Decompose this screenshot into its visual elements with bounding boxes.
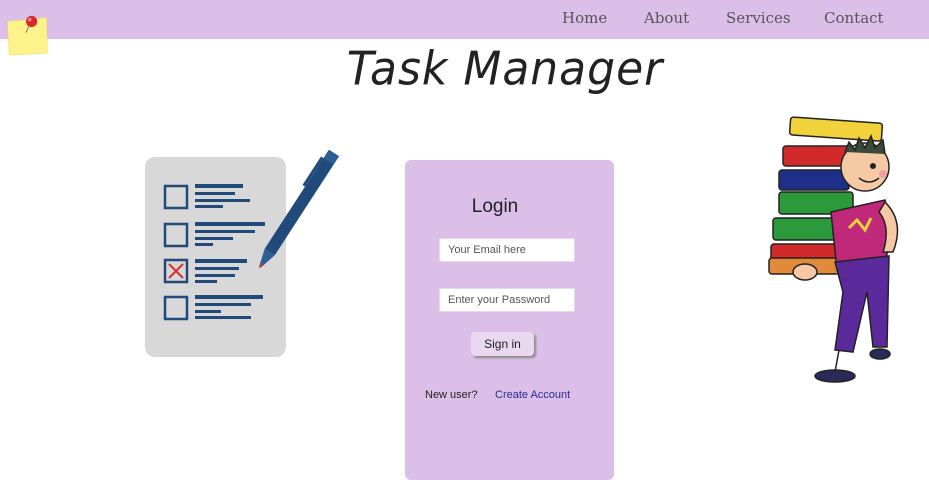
nav-home-link[interactable]: Home [562, 9, 607, 27]
nav-contact-link[interactable]: Contact [824, 9, 884, 27]
nav-services-link[interactable]: Services [726, 9, 791, 27]
top-navbar: Home About Services Contact [0, 0, 929, 39]
page-title: Task Manager [346, 42, 664, 97]
login-title: Login [471, 196, 519, 217]
email-input[interactable] [439, 238, 575, 262]
login-panel: Login Sign in New user? Create Account [405, 160, 614, 480]
nav-about-link[interactable]: About [644, 9, 689, 27]
checklist-pen-illustration [145, 150, 340, 357]
boy-carrying-books-illustration [768, 116, 899, 383]
new-user-label: New user? [425, 389, 478, 401]
sign-in-button[interactable]: Sign in [471, 332, 534, 356]
password-input[interactable] [439, 288, 575, 312]
create-account-link[interactable]: Create Account [495, 389, 570, 401]
